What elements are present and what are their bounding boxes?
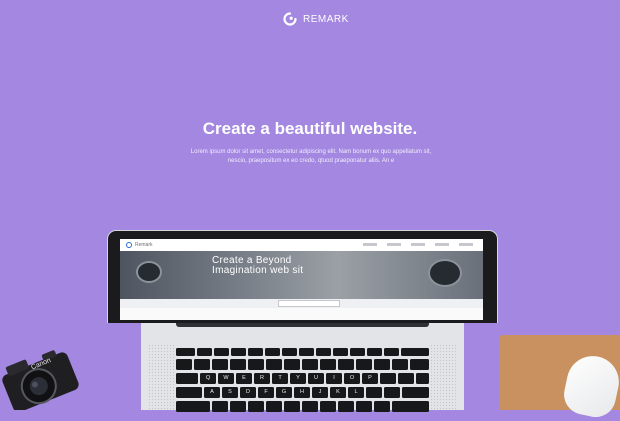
key-a: A bbox=[204, 387, 220, 398]
key-t: T bbox=[272, 373, 288, 384]
key-q: Q bbox=[200, 373, 216, 384]
brand-name: REMARK bbox=[303, 13, 349, 25]
keyboard: Q W E R T Y U I O P A S D F G H J K L bbox=[176, 348, 429, 412]
key-k: K bbox=[330, 387, 346, 398]
key-f6 bbox=[282, 348, 297, 356]
key-f11 bbox=[367, 348, 382, 356]
laptop-screen: Remark Create a Beyond Imagination web s… bbox=[120, 239, 483, 320]
key bbox=[302, 401, 318, 412]
hero-description: Lorem ipsum dolor sit amet, consectetur … bbox=[190, 149, 432, 164]
key-f10 bbox=[350, 348, 365, 356]
key bbox=[374, 359, 390, 370]
key-w: W bbox=[218, 373, 234, 384]
screen-footer bbox=[120, 308, 483, 320]
key-f3 bbox=[231, 348, 246, 356]
key-power bbox=[401, 348, 429, 356]
key bbox=[338, 401, 354, 412]
screen-navbar: Remark bbox=[120, 239, 483, 251]
key-f1 bbox=[197, 348, 212, 356]
key-f7 bbox=[299, 348, 314, 356]
key-o: O bbox=[344, 373, 360, 384]
key bbox=[284, 401, 300, 412]
key-r: R bbox=[254, 373, 270, 384]
camera-icon: Canon bbox=[2, 350, 79, 410]
key-g: G bbox=[276, 387, 292, 398]
key-delete bbox=[410, 359, 429, 370]
remark-logo-icon bbox=[283, 12, 297, 26]
screen-button bbox=[278, 300, 340, 307]
screen-camera-icon bbox=[428, 259, 462, 287]
laptop-hinge bbox=[176, 323, 429, 327]
key bbox=[384, 387, 400, 398]
key bbox=[356, 401, 372, 412]
key bbox=[248, 359, 264, 370]
speaker-grille-left bbox=[148, 344, 175, 410]
key-y: Y bbox=[290, 373, 306, 384]
key-f9 bbox=[333, 348, 348, 356]
key-return bbox=[402, 387, 429, 398]
key-caps bbox=[176, 387, 202, 398]
key bbox=[374, 401, 390, 412]
key-i: I bbox=[326, 373, 342, 384]
key-f: F bbox=[258, 387, 274, 398]
key bbox=[230, 401, 246, 412]
key bbox=[416, 373, 429, 384]
laptop-lid: Remark Create a Beyond Imagination web s… bbox=[107, 230, 498, 323]
screen-title-line: Imagination web sit bbox=[212, 265, 304, 276]
key bbox=[392, 359, 408, 370]
screen-nav-links bbox=[363, 243, 473, 246]
key bbox=[320, 401, 336, 412]
key-u: U bbox=[308, 373, 324, 384]
key bbox=[194, 359, 210, 370]
key bbox=[176, 359, 192, 370]
key bbox=[284, 359, 300, 370]
key-f12 bbox=[384, 348, 399, 356]
key bbox=[380, 373, 396, 384]
key-s: S bbox=[222, 387, 238, 398]
key-h: H bbox=[294, 387, 310, 398]
key bbox=[266, 401, 282, 412]
key bbox=[248, 401, 264, 412]
brand-logo[interactable]: REMARK bbox=[283, 10, 349, 28]
key-f2 bbox=[214, 348, 229, 356]
key-esc bbox=[176, 348, 195, 356]
key bbox=[302, 359, 318, 370]
key-d: D bbox=[240, 387, 256, 398]
key-shift-right bbox=[392, 401, 429, 412]
key-tab bbox=[176, 373, 198, 384]
key-f4 bbox=[248, 348, 263, 356]
key-l: L bbox=[348, 387, 364, 398]
key bbox=[266, 359, 282, 370]
screen-hero-title: Create a Beyond Imagination web sit bbox=[212, 256, 303, 276]
key-e: E bbox=[236, 373, 252, 384]
key-f5 bbox=[265, 348, 280, 356]
key-p: P bbox=[362, 373, 378, 384]
hero-title: Create a beautiful website. bbox=[202, 119, 418, 138]
screen-logo-icon bbox=[126, 242, 132, 248]
key-j: J bbox=[312, 387, 328, 398]
key bbox=[366, 387, 382, 398]
key-f8 bbox=[316, 348, 331, 356]
key bbox=[338, 359, 354, 370]
key bbox=[212, 401, 228, 412]
screen-brand: Remark bbox=[135, 242, 153, 248]
screen-camera-icon bbox=[136, 261, 162, 283]
key bbox=[212, 359, 228, 370]
key bbox=[356, 359, 372, 370]
speaker-grille-right bbox=[430, 344, 457, 410]
key bbox=[398, 373, 414, 384]
key-shift bbox=[176, 401, 210, 412]
key bbox=[230, 359, 246, 370]
key bbox=[320, 359, 336, 370]
